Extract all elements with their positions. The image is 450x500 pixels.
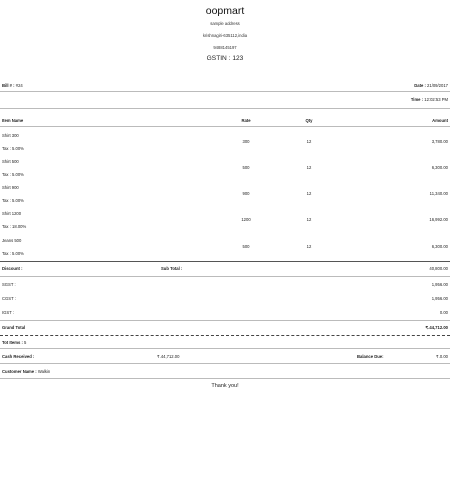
balance-due-value: ₹.0.00 (436, 354, 448, 359)
store-address: sample address (210, 21, 240, 26)
divider (0, 363, 450, 364)
column-header-amount: Amount (432, 118, 448, 123)
divider (0, 108, 450, 109)
item-qty: 12 (306, 139, 312, 144)
item-name: Shirt 300 (2, 133, 19, 138)
item-tax: Tax : 5.00% (2, 146, 24, 151)
cgst-value: 1,956.00 (431, 296, 448, 301)
item-rate: 300 (242, 139, 250, 144)
table-row: Shirt 500 Tax : 5.00% 500 12 6,300.00 (2, 159, 448, 185)
item-rate: 900 (242, 191, 250, 196)
item-rate: 500 (242, 165, 250, 170)
payment-row: Cash Received : ₹.44,712.00 Balance Due:… (2, 354, 448, 359)
time-value: 12:02:53 PM (424, 97, 448, 102)
divider (0, 261, 450, 262)
table-row: Shirt 300 Tax : 5.00% 300 12 3,780.00 (2, 133, 448, 159)
item-rate: 1200 (241, 217, 251, 222)
subtotal-label: Sub Total : (161, 266, 183, 271)
item-qty: 12 (306, 244, 312, 249)
item-amount: 3,780.00 (431, 139, 448, 144)
store-name: oopmart (205, 5, 245, 17)
item-qty: 12 (306, 191, 312, 196)
cgst-row: CGST : 1,956.00 (2, 296, 448, 301)
item-amount: 11,340.00 (429, 191, 448, 196)
grand-total-value: ₹.44,712.00 (425, 325, 448, 330)
bill-no-value: #24 (15, 83, 23, 88)
divider (0, 126, 450, 127)
balance-due-label: Balance Due: (357, 354, 384, 359)
customer-name-value: Walkin (37, 369, 51, 374)
divider (0, 378, 450, 379)
item-qty: 12 (306, 217, 312, 222)
table-row: Shirt 900 Tax : 5.00% 900 12 11,340.00 (2, 185, 448, 211)
cash-received-value: ₹.44,712.00 (157, 354, 180, 359)
store-city: krishnagiri-635112,india (202, 33, 248, 38)
igst-row: IGST : 0.00 (2, 310, 448, 315)
total-items-row: Tot Items : 5 (2, 340, 448, 345)
divider (0, 320, 450, 321)
store-phone: 9488145197 (213, 45, 237, 50)
divider (0, 348, 450, 349)
thank-you-message: Thank you! (211, 383, 239, 389)
item-name: Shirt 900 (2, 185, 19, 190)
sgst-value: 1,956.00 (431, 282, 448, 287)
item-qty: 12 (306, 165, 312, 170)
customer-name-label: Customer Name : (2, 369, 37, 374)
item-amount: 16,992.00 (429, 217, 448, 222)
sgst-label: SGST : (2, 282, 16, 287)
sgst-row: SGST : 1,956.00 (2, 282, 448, 287)
cgst-label: CGST : (2, 296, 16, 301)
table-row: Shirt 1200 Tax : 18.00% 1200 12 16,992.0… (2, 211, 448, 237)
store-gstin: GSTIN : 123 (206, 55, 244, 62)
item-name: Jeans 500 (2, 238, 22, 243)
total-items-value: 5 (24, 340, 27, 345)
total-items-label: Tot Items : (2, 340, 23, 345)
igst-label: IGST : (2, 310, 15, 315)
column-header-item-name: Item Name (2, 118, 24, 123)
igst-value: 0.00 (439, 310, 448, 315)
item-name: Shirt 1200 (2, 211, 22, 216)
date-value: 21/09/2017 (427, 83, 448, 88)
cash-received-label: Cash Received : (2, 354, 35, 359)
date-label: Date : (414, 83, 426, 88)
time-label: Time : (410, 97, 424, 102)
divider (0, 276, 450, 277)
item-amount: 6,300.00 (431, 244, 448, 249)
item-name: Shirt 500 (2, 159, 19, 164)
bill-no-label: Bill # : (2, 83, 15, 88)
column-header-qty: Qty (305, 118, 313, 123)
item-tax: Tax : 18.00% (2, 224, 27, 229)
dashed-divider (0, 335, 450, 336)
customer-row: Customer Name : Walkin (2, 369, 448, 374)
grand-total-row: Grand Total ₹.44,712.00 (2, 325, 448, 330)
item-tax: Tax : 5.00% (2, 172, 24, 177)
item-tax: Tax : 5.00% (2, 198, 24, 203)
item-amount: 6,300.00 (431, 165, 448, 170)
item-rate: 500 (242, 244, 250, 249)
divider (0, 91, 450, 92)
column-header-rate: Rate (241, 118, 251, 123)
bill-info-row: Bill # : #24 Date : 21/09/2017 (2, 83, 448, 88)
discount-label: Discount : (2, 266, 23, 271)
subtotal-row: Discount : Sub Total : 40,800.00 (2, 266, 448, 271)
grand-total-label: Grand Total (2, 325, 26, 330)
item-tax: Tax : 5.00% (2, 251, 24, 256)
subtotal-value: 40,800.00 (429, 266, 448, 271)
